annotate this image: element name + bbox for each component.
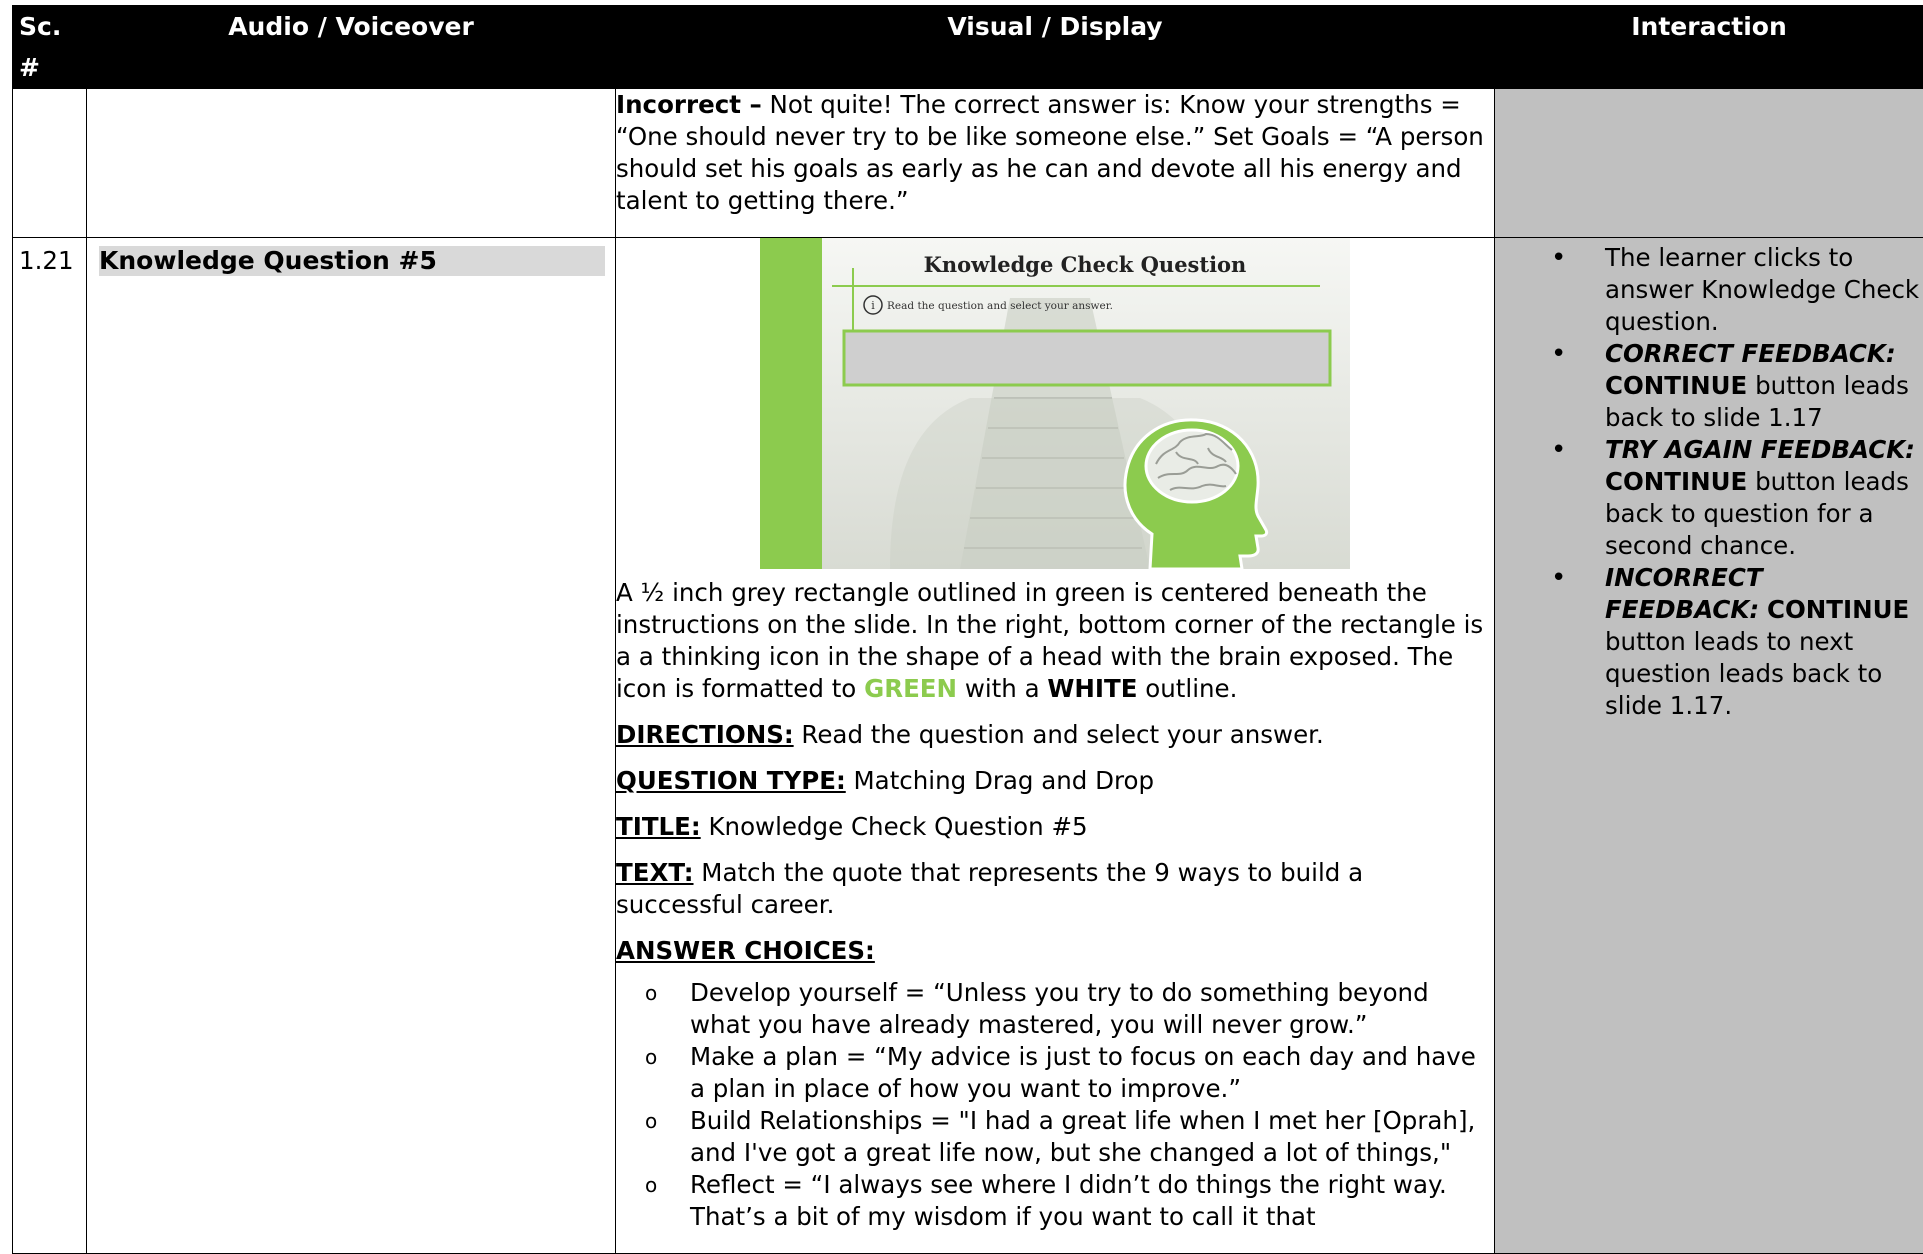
interaction-item: • INCORRECT FEEDBACK: CONTINUE button lea… [1551,562,1923,722]
interaction-text: button leads to next question leads back… [1605,627,1883,720]
continue-label: CONTINUE [1605,467,1748,496]
correct-feedback-label: CORRECT FEEDBACK: [1605,339,1896,368]
prev-visual-cell: Incorrect – Not quite! The correct answe… [615,88,1495,238]
title-text: Knowledge Check Question #5 [700,812,1088,841]
header-visual: Visual / Display [615,5,1495,89]
try-again-feedback-label: TRY AGAIN FEEDBACK: [1605,435,1915,464]
slide-description: A ½ inch grey rectangle outlined in gree… [616,577,1494,705]
prev-audio-cell [86,88,616,238]
description-part2: with a [957,674,1048,703]
header-row: Sc. # Audio / Voiceover Visual / Display… [12,5,1923,89]
answer-item: o Develop yourself = “Unless you try to d… [645,977,1494,1041]
answer-text: Make a plan = “My advice is just to focu… [690,1042,1476,1103]
question-rectangle [842,329,1332,387]
question-type-label: QUESTION TYPE: [616,766,846,795]
slide-graphic: Knowledge Check Question i Read the ques… [760,238,1350,569]
interaction-list: • The learner clicks to answer Knowledge … [1495,242,1923,722]
question-type-line: QUESTION TYPE: Matching Drag and Drop [616,765,1494,797]
prev-sc-cell [12,88,87,238]
answer-item: o Make a plan = “My advice is just to foc… [645,1041,1494,1105]
answer-item: o Build Relationships = "I had a great li… [645,1105,1494,1169]
interaction-item: • The learner clicks to answer Knowledge … [1551,242,1923,338]
incorrect-feedback-label: INCORRECT FEEDBACK: [1605,563,1763,624]
answer-choices-label: ANSWER CHOICES: [616,936,875,965]
answer-choices-heading: ANSWER CHOICES: [616,935,1494,967]
directions-line: DIRECTIONS: Read the question and select… [616,719,1494,751]
slide-green-bar [760,238,822,569]
sc-cell: 1.21 [12,237,87,1254]
storyboard-table: Sc. # Audio / Voiceover Visual / Display… [12,5,1923,1254]
slide-instruction: Read the question and select your answer… [887,300,1113,312]
main-row: 1.21 Knowledge Question #5 Knowledge Che… [12,237,1923,1254]
answer-bullet: o [645,981,658,1005]
answer-list: o Develop yourself = “Unless you try to d… [616,977,1494,1233]
answer-item: o Reflect = “I always see where I didn’t … [645,1169,1494,1233]
white-word: WHITE [1047,674,1138,703]
interaction-item: • TRY AGAIN FEEDBACK: CONTINUE button lea… [1551,434,1923,562]
visual-cell: Knowledge Check Question i Read the ques… [615,237,1495,1254]
incorrect-feedback: Incorrect – Not quite! The correct answe… [616,89,1494,217]
text-line: TEXT: Match the quote that represents th… [616,857,1494,921]
interaction-bullet: • [1551,563,1567,593]
continue-label: CONTINUE [1605,371,1748,400]
answer-bullet: o [645,1045,658,1069]
title-line: TITLE: Knowledge Check Question #5 [616,811,1494,843]
interaction-item: • CORRECT FEEDBACK: CONTINUE button leads… [1551,338,1923,434]
incorrect-label: Incorrect – [616,90,762,119]
prev-row: Incorrect – Not quite! The correct answe… [12,88,1923,238]
audio-cell: Knowledge Question #5 [86,237,616,1254]
prev-interaction-cell [1494,88,1923,238]
header-audio: Audio / Voiceover [86,5,616,89]
interaction-bullet: • [1551,243,1567,273]
info-icon-glyph: i [871,299,875,312]
answer-bullet: o [645,1109,658,1133]
interaction-bullet: • [1551,435,1567,465]
question-type-text: Matching Drag and Drop [845,766,1155,795]
answer-text: Reflect = “I always see where I didn’t d… [690,1170,1447,1231]
header-interaction: Interaction [1494,5,1923,89]
text-text: Match the quote that represents the 9 wa… [616,858,1364,919]
slide-thumbnail: Knowledge Check Question i Read the ques… [760,238,1350,569]
answer-text: Develop yourself = “Unless you try to do… [690,978,1429,1039]
interaction-text: The learner clicks to answer Knowledge C… [1605,243,1920,336]
text-label: TEXT: [616,858,694,887]
answer-text: Build Relationships = "I had a great lif… [690,1106,1476,1167]
audio-title: Knowledge Question #5 [99,246,605,276]
description-part3: outline. [1137,674,1238,703]
title-label: TITLE: [616,812,701,841]
interaction-cell: • The learner clicks to answer Knowledge … [1494,237,1923,1254]
interaction-bullet: • [1551,339,1567,369]
continue-label: CONTINUE [1767,595,1910,624]
slide-title: Knowledge Check Question [924,252,1247,277]
directions-text: Read the question and select your answer… [793,720,1324,749]
answer-bullet: o [645,1173,658,1197]
header-sc: Sc. # [12,5,87,89]
green-word: GREEN [864,674,958,703]
scene-number: 1.21 [19,246,74,275]
directions-label: DIRECTIONS: [616,720,794,749]
